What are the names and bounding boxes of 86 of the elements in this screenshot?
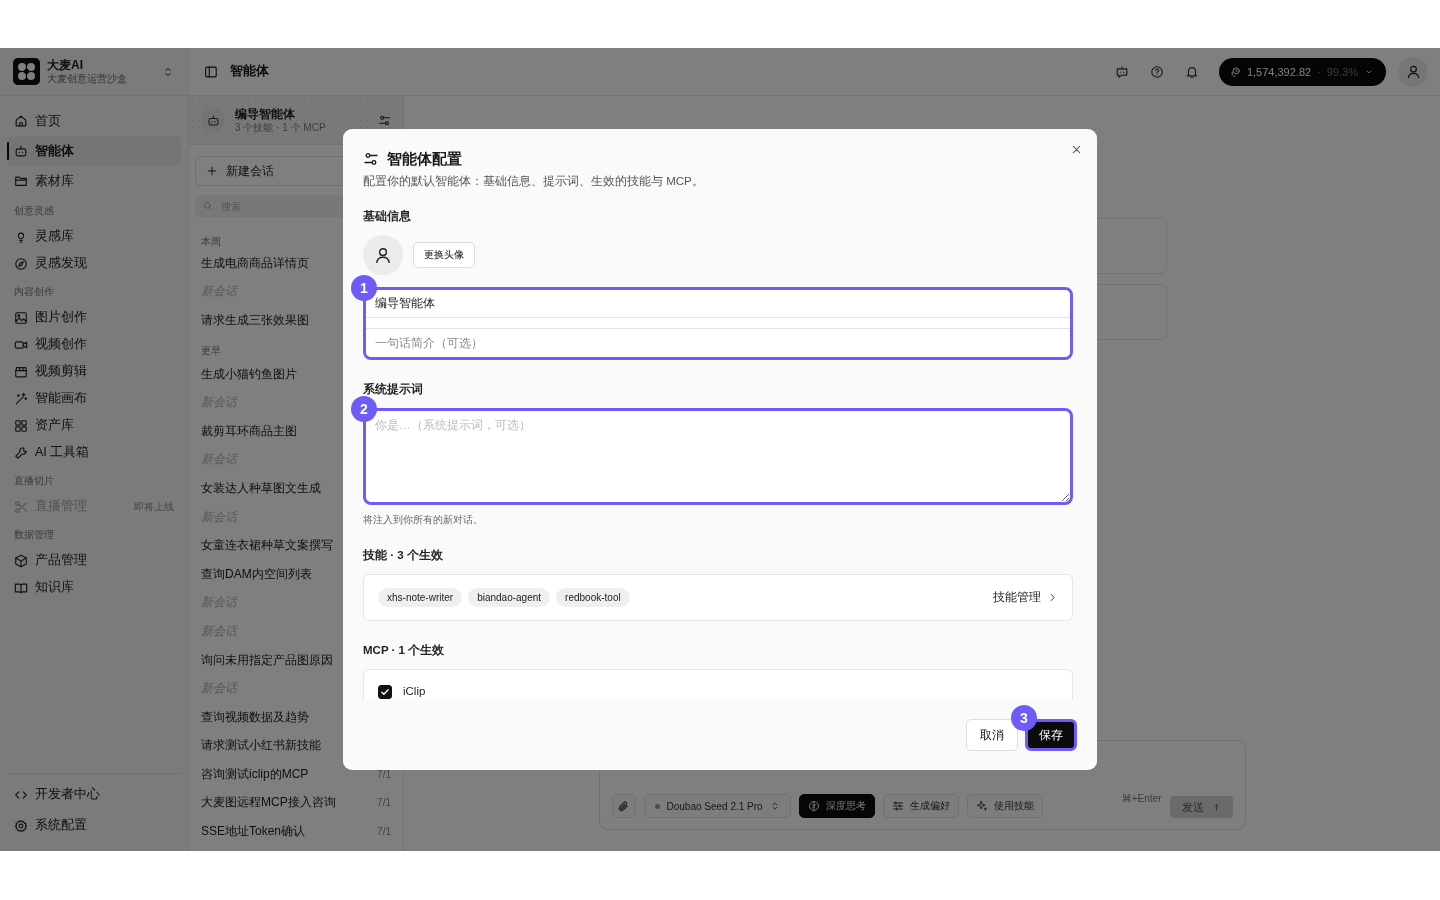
chat-date: 7/1 — [377, 826, 391, 838]
up-down-chevron-icon — [162, 65, 174, 78]
step-badge: 3 — [1011, 705, 1037, 731]
sidebar-item[interactable]: 灵感发现 — [7, 250, 181, 277]
step-badge: 1 — [351, 275, 377, 301]
sidebar-item[interactable]: 智能画布 — [7, 385, 181, 412]
robot-icon — [14, 144, 28, 158]
chat-item[interactable]: 咨询测试iclip的MCP 7/1 — [189, 760, 403, 789]
section-heading: MCP · 1 个生效 — [363, 643, 446, 658]
sidebar-item[interactable]: 知识库 — [7, 574, 181, 601]
folder-icon — [14, 174, 28, 188]
separator-dot: · — [1317, 65, 1321, 78]
prompt-field[interactable]: 你是…（系统提示词，可选） — [366, 411, 1070, 502]
magic-wand-icon — [14, 391, 28, 406]
user-icon — [374, 246, 392, 264]
model-select[interactable]: Doubao Seed 2.1 Pro — [643, 794, 791, 818]
panel-toggle-icon — [204, 64, 218, 79]
change-avatar-button[interactable]: 更换头像 — [413, 242, 475, 268]
sidebar-item[interactable]: 开发者中心 — [7, 779, 181, 810]
arrow-up-icon — [1211, 802, 1221, 812]
credit-balance: 1,574,392.82 — [1246, 65, 1312, 78]
sidebar-item[interactable]: 产品管理 — [7, 547, 181, 574]
chat-bot-icon — [1114, 64, 1129, 79]
sidebar-item[interactable]: 图片创作 — [7, 304, 181, 331]
help-icon — [1149, 64, 1164, 79]
tool-toggle[interactable]: 深度思考 — [798, 794, 875, 818]
section-heading: 系统提示词 — [363, 382, 424, 397]
chat-item[interactable]: SSE地址Token确认 7/1 — [189, 817, 403, 846]
summary-field[interactable]: 一句话简介（可选） — [366, 329, 1070, 357]
sidebar-item[interactable]: 系统配置 — [7, 810, 181, 841]
bell-icon — [1184, 64, 1199, 79]
close-button[interactable] — [1070, 143, 1083, 156]
chat-date: 7/1 — [377, 797, 391, 809]
checkmark-icon — [380, 687, 390, 697]
image-icon — [14, 310, 28, 325]
clapperboard-icon — [14, 364, 28, 379]
sparkle-icon — [975, 800, 988, 812]
tool-toggle[interactable]: 生成偏好 — [882, 794, 959, 818]
compass-icon — [14, 256, 28, 271]
sliders-icon — [891, 800, 904, 812]
field-hint: 将注入到你所有的新对话。 — [363, 514, 484, 527]
step-badge: 2 — [351, 396, 377, 422]
sidebar-item[interactable]: AI 工具箱 — [7, 439, 181, 466]
mcp-name: iClip — [403, 685, 426, 697]
attach-button[interactable] — [611, 794, 636, 818]
plus-icon — [206, 165, 218, 177]
close-icon — [1070, 143, 1083, 156]
section-heading: 技能 · 3 个生效 — [363, 548, 444, 563]
user-icon — [1405, 64, 1421, 79]
user-avatar[interactable] — [1398, 56, 1428, 87]
chat-item[interactable]: 大麦图远程MCP接入咨询 7/1 — [189, 788, 403, 818]
wrench-icon — [14, 445, 28, 460]
skill-tag: xhs-note-writer — [378, 588, 463, 607]
chat-date: 7/1 — [377, 768, 391, 780]
shortcut-hint: ⌘+Enter — [1121, 792, 1162, 804]
skill-tag: redbook-tool — [556, 588, 630, 607]
book-icon — [14, 580, 28, 595]
grid-icon — [14, 418, 28, 433]
logo-icon — [13, 58, 40, 85]
sliders-icon — [378, 113, 391, 127]
tool-toggle[interactable]: 使用技能 — [966, 794, 1043, 818]
checkbox[interactable] — [378, 685, 392, 699]
sidebar-item[interactable]: 视频剪辑 — [7, 358, 181, 385]
agent-name: 编导智能体 — [235, 106, 296, 121]
search-icon — [203, 201, 213, 211]
sidebar-item[interactable]: 灵感库 — [7, 223, 181, 250]
settings-icon — [14, 818, 28, 833]
robot-icon — [206, 113, 220, 127]
cancel-button[interactable]: 取消 — [966, 719, 1018, 751]
sliders-icon — [363, 151, 379, 167]
manage-skills-link[interactable]: 技能管理 — [993, 590, 1058, 605]
coins-icon — [1228, 65, 1241, 78]
paperclip-icon — [617, 799, 630, 813]
page-title: 智能体 — [230, 63, 269, 80]
sidebar-item[interactable]: 视频创作 — [7, 331, 181, 358]
workspace-name: 大麦创意运营沙盒 — [47, 72, 128, 85]
sidebar-item[interactable]: 首页 — [7, 106, 181, 136]
scissors-icon — [14, 499, 28, 514]
skill-tag: biandao-agent — [468, 588, 551, 607]
sidebar-item[interactable]: 资产库 — [7, 412, 181, 439]
brand-name: 大麦AI — [47, 58, 84, 72]
cube-icon — [14, 553, 28, 568]
house-icon — [14, 114, 28, 128]
sidebar-item[interactable]: 智能体 — [7, 136, 181, 166]
chevron-right-icon — [1047, 592, 1058, 603]
sidebar-item[interactable]: 素材库 — [7, 166, 181, 196]
